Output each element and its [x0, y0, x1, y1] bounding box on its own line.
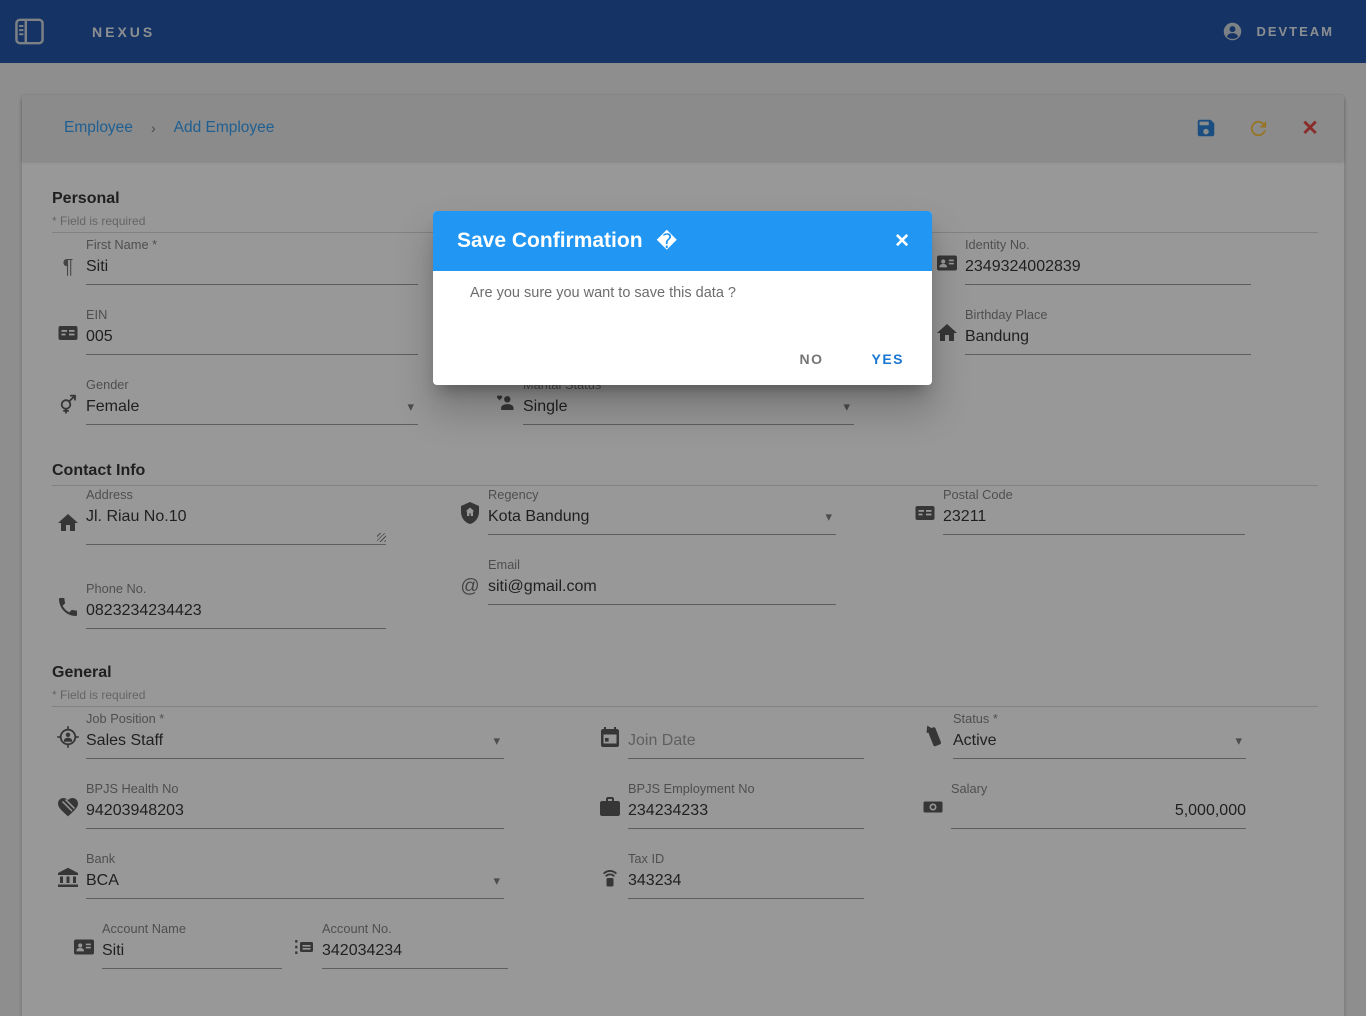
dialog-header: Save Confirmation � ✕: [433, 211, 932, 271]
dialog-message: Are you sure you want to save this data …: [470, 285, 736, 301]
save-confirmation-dialog: Save Confirmation � ✕ Are you sure you w…: [433, 211, 932, 385]
dialog-actions: NO YES: [797, 347, 906, 371]
yes-button[interactable]: YES: [869, 347, 906, 371]
dialog-close-icon[interactable]: ✕: [894, 230, 910, 253]
dialog-title: Save Confirmation: [457, 229, 643, 253]
app-root: NEXUS DEVTEAM Employee › Add Employee ✕: [0, 0, 1366, 1016]
no-button[interactable]: NO: [797, 347, 825, 371]
replacement-char-icon: �: [657, 229, 678, 254]
modal-overlay[interactable]: [0, 0, 1366, 1016]
